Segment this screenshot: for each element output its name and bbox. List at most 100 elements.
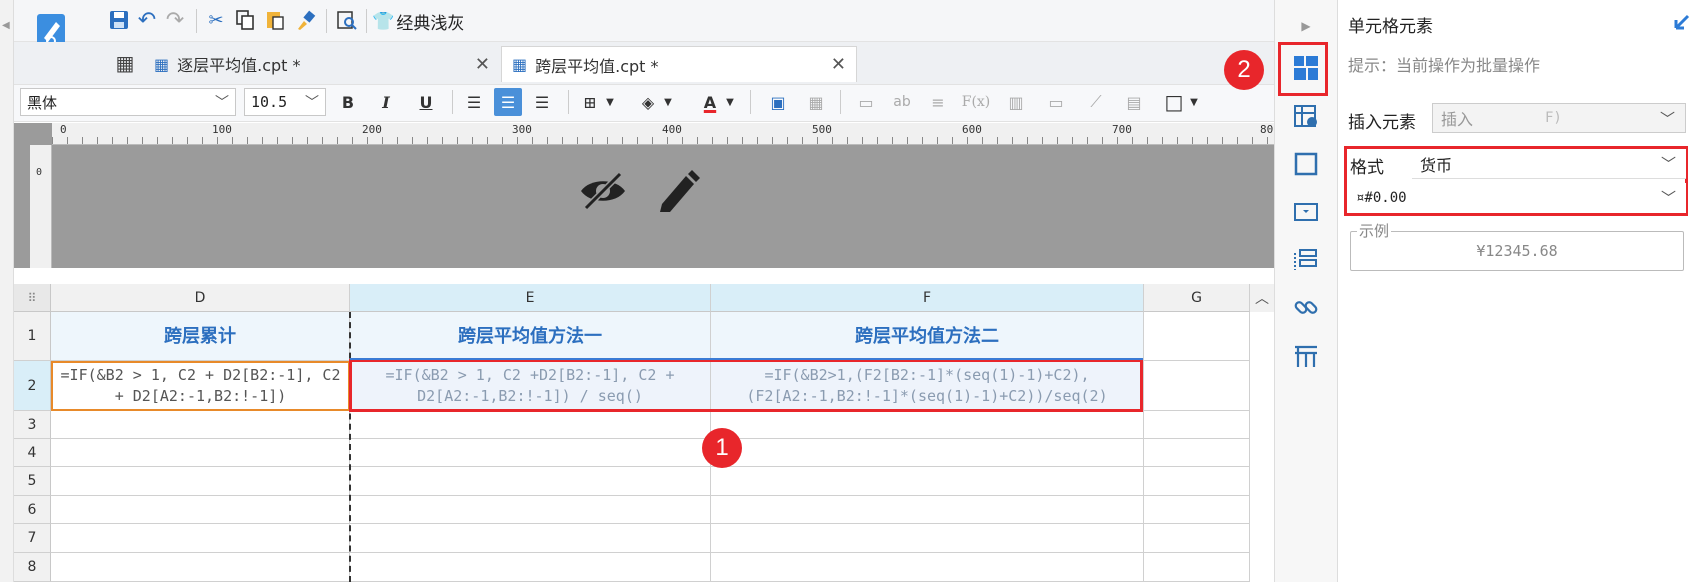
font-color-icon[interactable]: A (696, 88, 724, 116)
select-all-corner[interactable]: ⠿ (14, 284, 51, 312)
hide-preview-icon[interactable] (578, 168, 628, 214)
row-header[interactable]: 4 (14, 439, 51, 467)
scroll-up-icon[interactable]: ︿ (1250, 284, 1274, 312)
split-cell-icon[interactable]: ▦ (802, 88, 830, 116)
row-header[interactable]: 6 (14, 496, 51, 524)
empty-cell[interactable] (51, 411, 350, 439)
row-header[interactable]: 2 (14, 361, 51, 411)
grid-panel-icon[interactable]: ▦ (112, 50, 138, 76)
format-painter-icon[interactable] (292, 7, 318, 33)
row-header[interactable]: 8 (14, 553, 51, 582)
label-ab-icon[interactable]: ab (888, 88, 916, 116)
row-header[interactable]: 5 (14, 467, 51, 496)
empty-cell[interactable] (1144, 496, 1250, 524)
cell-g1[interactable] (1144, 312, 1250, 361)
cell-f1[interactable]: 跨层平均值方法二 (711, 312, 1144, 361)
empty-cell[interactable] (1144, 411, 1250, 439)
cell-merge-icon[interactable] (1290, 340, 1322, 372)
row-header[interactable]: 1 (14, 312, 51, 361)
empty-cell[interactable] (51, 524, 350, 553)
empty-cell[interactable] (350, 467, 711, 496)
chart-icon[interactable]: ▥ (1002, 88, 1030, 116)
tab-zhuceng[interactable]: ▦ 逐层平均值.cpt * ✕ (144, 46, 500, 82)
column-header-e[interactable]: E (350, 284, 711, 312)
condition-attribute-icon[interactable] (1290, 244, 1322, 276)
left-collapse-strip[interactable]: ◀ (0, 0, 14, 582)
slash-icon[interactable]: ⟋ (1082, 88, 1110, 116)
tab-kuaceng[interactable]: ▦ 跨层平均值.cpt * ✕ (501, 46, 857, 82)
empty-cell[interactable] (350, 553, 711, 582)
align-left-icon[interactable]: ☰ (460, 88, 488, 116)
empty-cell[interactable] (711, 439, 1144, 467)
save-icon[interactable] (106, 7, 132, 33)
edit-pencil-icon[interactable] (656, 166, 702, 214)
align-right-icon[interactable]: ☰ (528, 88, 556, 116)
cell-d2[interactable]: =IF(&B2 > 1, C2 + D2[B2:-1], C2 + D2[A2:… (51, 361, 350, 411)
empty-cell[interactable] (711, 524, 1144, 553)
column-header-g[interactable]: G (1144, 284, 1250, 312)
empty-cell[interactable] (1144, 553, 1250, 582)
paste-icon[interactable] (262, 7, 288, 33)
redo-icon[interactable]: ↷ (162, 7, 188, 33)
merge-cell-icon[interactable]: ▣ (764, 88, 792, 116)
subreport-icon[interactable]: ▤ (1120, 88, 1148, 116)
empty-cell[interactable] (711, 553, 1144, 582)
expand-panel-icon[interactable]: ▶ (1296, 16, 1316, 36)
empty-cell[interactable] (51, 496, 350, 524)
empty-cell[interactable] (711, 496, 1144, 524)
pin-icon[interactable] (1672, 10, 1694, 32)
formula-icon[interactable]: F(x) (962, 88, 991, 116)
row-header[interactable]: 7 (14, 524, 51, 553)
collapse-arrow-icon[interactable]: ◀ (2, 20, 10, 31)
chevron-down-icon[interactable]: ▼ (602, 88, 618, 116)
widget-icon[interactable] (1290, 196, 1322, 228)
empty-cell[interactable] (1144, 467, 1250, 496)
column-header-d[interactable]: D (51, 284, 350, 312)
insert-element-select[interactable]: 插入 F) ﹀ (1432, 103, 1686, 133)
copy-icon[interactable] (232, 7, 258, 33)
paragraph-icon[interactable]: ≡ (924, 88, 952, 116)
image-icon[interactable]: ▭ (1042, 88, 1070, 116)
empty-cell[interactable] (1144, 524, 1250, 553)
underline-button[interactable]: U (412, 88, 440, 116)
row-header[interactable]: 3 (14, 411, 51, 439)
empty-cell[interactable] (350, 439, 711, 467)
close-icon[interactable]: ✕ (831, 54, 846, 75)
format-type-select[interactable]: 货币 ﹀ (1412, 149, 1686, 179)
bold-button[interactable]: B (334, 88, 362, 116)
cut-icon[interactable]: ✂ (203, 7, 229, 33)
column-header-f[interactable]: F (711, 284, 1144, 312)
empty-cell[interactable] (350, 524, 711, 553)
empty-cell[interactable] (711, 467, 1144, 496)
empty-cell[interactable] (711, 411, 1144, 439)
empty-cell[interactable] (350, 496, 711, 524)
find-replace-icon[interactable] (334, 7, 360, 33)
cell-element-icon[interactable] (1290, 52, 1322, 84)
empty-cell[interactable] (51, 439, 350, 467)
align-center-icon[interactable]: ☰ (494, 88, 522, 116)
format-pattern-select[interactable]: ¤#0.00 ﹀ (1348, 183, 1686, 213)
border-style-icon[interactable] (1290, 148, 1322, 180)
cell-attribute-icon[interactable] (1290, 100, 1322, 132)
empty-cell[interactable] (51, 467, 350, 496)
italic-button[interactable]: I (372, 88, 400, 116)
chevron-down-icon[interactable]: ▼ (660, 88, 676, 116)
cell-e1[interactable]: 跨层平均值方法一 (350, 312, 711, 361)
text-field-icon[interactable]: ▭ (852, 88, 880, 116)
font-size-select[interactable]: 10.5 ﹀ (244, 88, 326, 116)
hyperlink-icon[interactable] (1290, 292, 1322, 324)
chevron-down-icon[interactable]: ▼ (722, 88, 738, 116)
cell-d1[interactable]: 跨层累计 (51, 312, 350, 361)
theme-button[interactable]: 👕 经典浅灰 (372, 9, 464, 34)
empty-cell[interactable] (51, 553, 350, 582)
cell-g2[interactable] (1144, 361, 1250, 411)
fill-color-icon[interactable]: ◈ (634, 88, 662, 116)
undo-icon[interactable]: ↶ (134, 7, 160, 33)
chevron-down-icon[interactable]: ▼ (1186, 88, 1202, 116)
empty-cell[interactable] (350, 411, 711, 439)
close-icon[interactable]: ✕ (475, 54, 490, 75)
empty-cell[interactable] (1144, 439, 1250, 467)
font-family-select[interactable]: 黑体 ﹀ (20, 88, 236, 116)
border-icon[interactable]: ⊞ (576, 88, 604, 116)
cell-border-icon[interactable]: □ (1160, 88, 1188, 116)
